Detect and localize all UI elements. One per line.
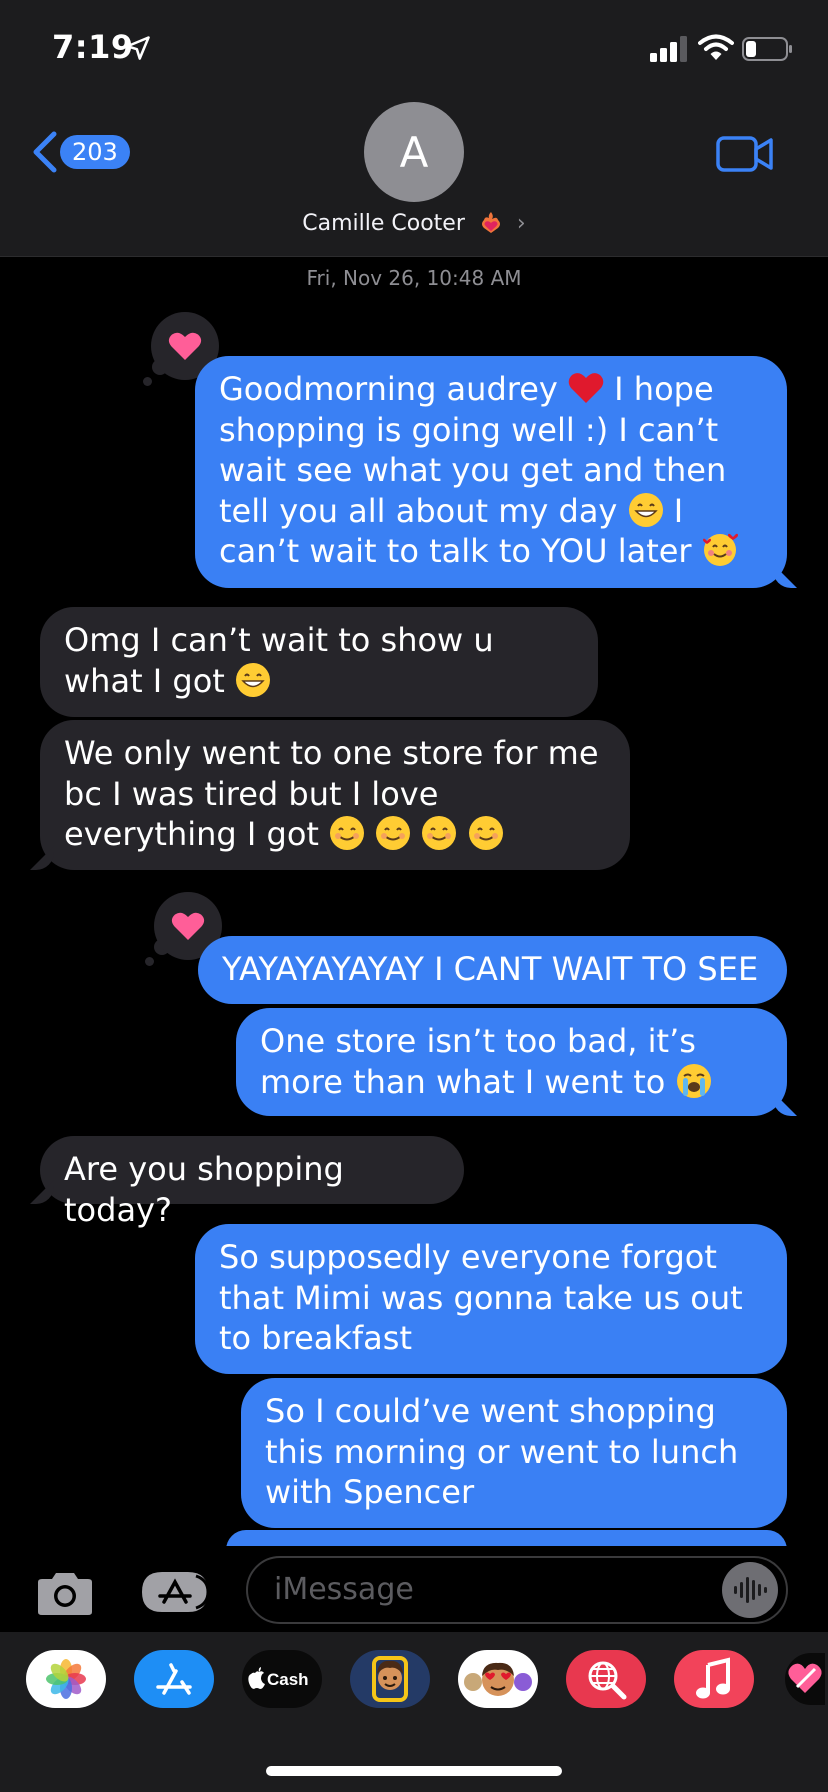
chevron-right-icon: ›	[516, 211, 526, 236]
digital-touch-button[interactable]	[782, 1650, 828, 1708]
status-time: 7:19	[52, 28, 134, 66]
photos-icon	[46, 1659, 86, 1699]
imessage-app-drawer: Cash	[0, 1632, 828, 1792]
contact-avatar[interactable]: A	[364, 102, 464, 202]
smiling-face-emoji-icon	[422, 816, 457, 850]
svg-text:Cash: Cash	[267, 1670, 309, 1689]
contact-name: Camille Cooter	[302, 211, 465, 236]
message-text: Omg I can’t wait to show u what I got	[64, 621, 494, 700]
memoji-stickers-button[interactable]	[350, 1650, 430, 1708]
video-call-icon[interactable]	[716, 134, 774, 174]
globe-search-icon	[588, 1661, 627, 1700]
wifi-icon	[698, 34, 734, 60]
red-heart-emoji-icon	[568, 373, 604, 403]
battery-icon	[742, 37, 792, 61]
app-store-icon	[156, 1663, 192, 1695]
home-indicator[interactable]	[266, 1766, 562, 1776]
imessage-input[interactable]: iMessage	[246, 1556, 788, 1624]
message-text: So I could’ve went shopping this morning…	[265, 1392, 739, 1511]
heart-icon	[171, 912, 205, 940]
camera-icon[interactable]	[34, 1570, 96, 1618]
animoji-icon	[464, 1662, 532, 1696]
sent-message-bubble[interactable]: Goodmorning audrey I hope shopping is go…	[195, 356, 787, 588]
grinning-face-emoji-icon	[628, 492, 663, 527]
cellular-signal-icon	[650, 36, 687, 62]
received-message-bubble[interactable]: We only went to one store for me bc I wa…	[40, 720, 630, 870]
heart-on-fire-icon	[481, 212, 500, 233]
message-text: So supposedly everyone forgot that Mimi …	[219, 1238, 743, 1357]
sent-message-bubble[interactable]: YAYAYAYAYAY I CANT WAIT TO SEE	[198, 936, 787, 1004]
sent-message-bubble[interactable]: So supposedly everyone forgot that Mimi …	[195, 1224, 787, 1374]
heart-icon	[168, 332, 202, 360]
apple-cash-button[interactable]: Cash	[242, 1650, 322, 1708]
message-text: Goodmorning audrey	[219, 370, 558, 408]
tapback-tail	[143, 377, 152, 386]
chevron-left-icon	[33, 131, 57, 173]
app-store-apps-icon[interactable]	[138, 1568, 212, 1616]
smiling-face-emoji-icon	[468, 816, 503, 850]
music-button[interactable]	[674, 1650, 754, 1708]
photos-app-button[interactable]	[26, 1650, 106, 1708]
conversation-header: 7:19 203 A Camille Cooter ›	[0, 0, 828, 257]
grinning-face-emoji-icon	[236, 662, 270, 697]
unread-count-badge: 203	[60, 135, 130, 169]
smiling-face-emoji-icon	[376, 816, 411, 850]
received-message-bubble[interactable]: Omg I can’t wait to show u what I got	[40, 607, 598, 717]
apple-cash-icon: Cash	[248, 1667, 309, 1689]
input-placeholder: iMessage	[274, 1572, 414, 1607]
contact-name-button[interactable]: Camille Cooter ›	[0, 210, 828, 236]
message-timestamp: Fri, Nov 26, 10:48 AM	[306, 266, 522, 290]
received-message-bubble[interactable]: Are you shopping today?	[40, 1136, 464, 1229]
location-arrow-icon	[126, 36, 150, 60]
message-text: One store isn’t too bad, it’s more than …	[260, 1022, 696, 1101]
sent-message-bubble[interactable]: So I could’ve went shopping this morning…	[241, 1378, 787, 1528]
back-button[interactable]: 203	[30, 128, 130, 176]
tapback-tail	[145, 957, 154, 966]
digital-touch-heart-icon	[788, 1663, 822, 1693]
status-bar: 7:19	[0, 0, 828, 100]
waveform-icon	[734, 1577, 767, 1603]
audio-message-button[interactable]	[722, 1562, 778, 1618]
memoji-stickers-icon	[372, 1656, 408, 1702]
compose-bar: iMessage	[0, 1546, 828, 1632]
images-search-button[interactable]	[566, 1650, 646, 1708]
sent-message-bubble[interactable]: One store isn’t too bad, it’s more than …	[236, 1008, 787, 1116]
message-text: Are you shopping today?	[64, 1150, 344, 1229]
loudly-crying-face-emoji-icon	[676, 1063, 711, 1098]
animoji-button[interactable]	[458, 1650, 538, 1708]
music-note-icon	[696, 1657, 730, 1699]
smiling-face-with-hearts-emoji-icon	[702, 533, 738, 566]
app-store-button[interactable]	[134, 1650, 214, 1708]
message-text: YAYAYAYAYAY I CANT WAIT TO SEE	[222, 950, 759, 988]
smiling-face-emoji-icon	[330, 816, 365, 850]
